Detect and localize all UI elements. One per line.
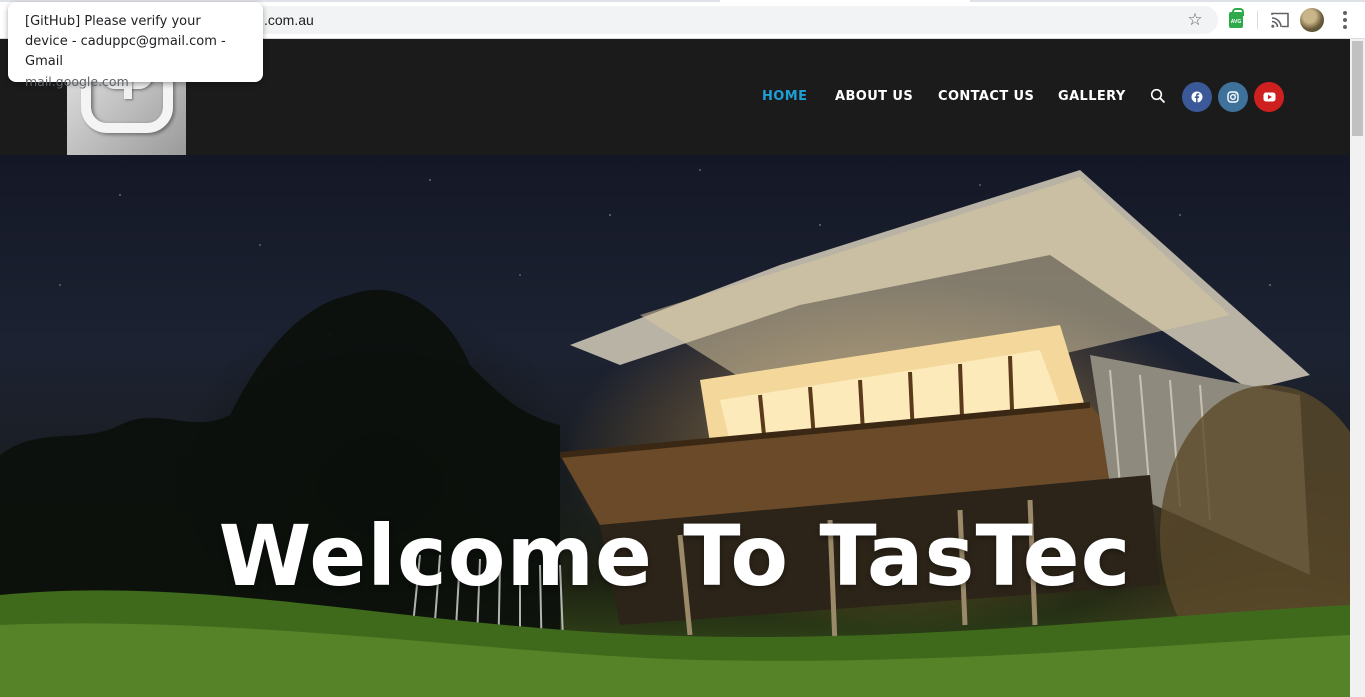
nav-contact-us[interactable]: CONTACT US (938, 89, 1034, 104)
nav-home[interactable]: HOME (762, 89, 807, 104)
hero-house-image (0, 170, 1350, 697)
page-scrollbar[interactable] (1350, 39, 1365, 697)
notification-source: mail.google.com (25, 74, 129, 89)
avg-extension-icon[interactable]: AVG (1225, 8, 1247, 31)
scrollbar-thumb[interactable] (1352, 41, 1363, 136)
search-icon[interactable] (1150, 88, 1168, 106)
notification-popup[interactable]: [GitHub] Please verify your device - cad… (8, 2, 263, 89)
active-tab[interactable] (720, 0, 970, 2)
cast-icon[interactable] (1269, 9, 1291, 31)
menu-icon[interactable] (1334, 9, 1356, 31)
bookmark-star-icon[interactable]: ☆ (1184, 9, 1206, 31)
profile-avatar[interactable] (1300, 8, 1324, 32)
hero-title: Welcome To TasTec (218, 507, 1132, 605)
youtube-icon[interactable] (1254, 82, 1284, 112)
nav-gallery[interactable]: GALLERY (1058, 89, 1126, 104)
nav-about-us[interactable]: ABOUT US (835, 89, 913, 104)
instagram-icon[interactable] (1218, 82, 1248, 112)
facebook-icon[interactable] (1182, 82, 1212, 112)
notification-title: [GitHub] Please verify your device - cad… (25, 14, 226, 69)
hero-banner: Welcome To TasTec (0, 155, 1350, 697)
address-bar-url[interactable]: .com.au (264, 12, 314, 28)
toolbar-divider (1257, 11, 1258, 29)
